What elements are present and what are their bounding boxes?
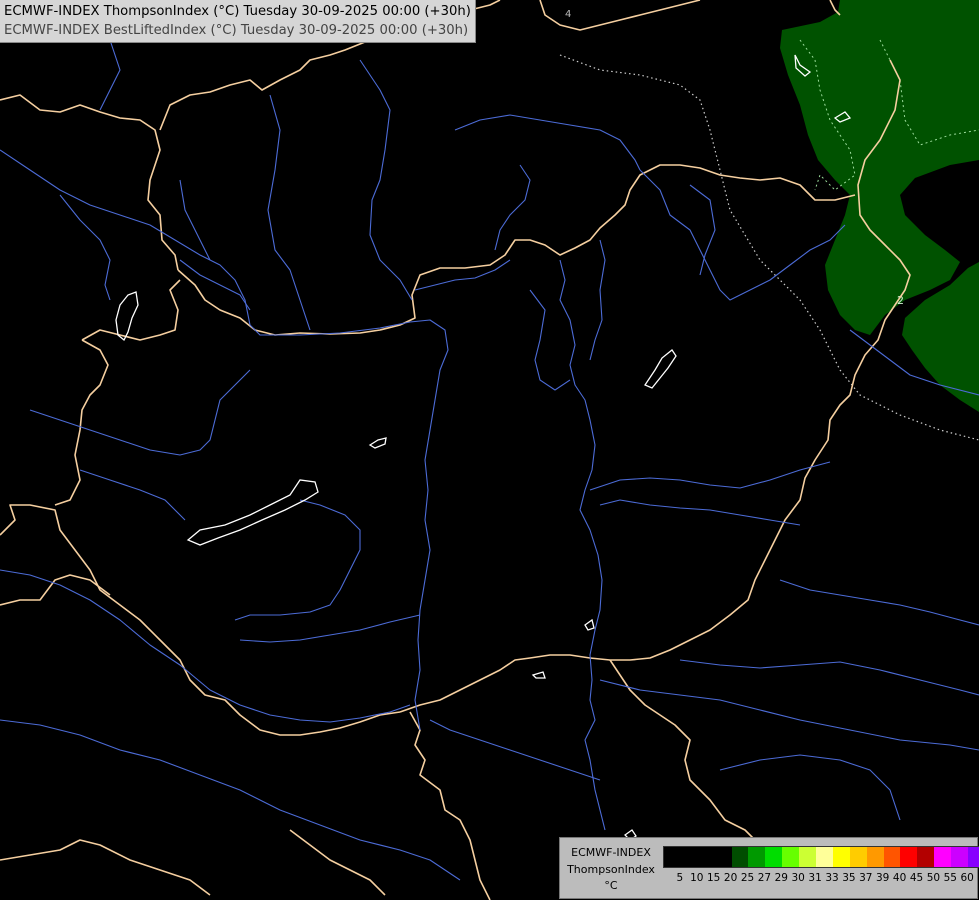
legend-tick-label: 50	[926, 872, 941, 884]
legend-tick-label: 40	[892, 872, 907, 884]
color-legend: ECMWF-INDEX ThompsonIndex °C 5 10 15 20 25 27…	[559, 837, 979, 899]
legend-swatch	[917, 847, 935, 867]
legend-swatch	[951, 847, 969, 867]
legend-unit: °C	[604, 879, 618, 892]
legend-tick-label: 29	[774, 872, 788, 884]
legend-tick-label: 37	[859, 872, 873, 884]
legend-swatch	[748, 847, 766, 867]
legend-swatch	[900, 847, 918, 867]
legend-tick-label: 55	[943, 872, 957, 884]
legend-model: ECMWF-INDEX	[571, 846, 651, 859]
legend-tick-label: 39	[876, 872, 890, 884]
legend-swatch	[782, 847, 800, 867]
legend-tick-label: 45	[909, 872, 924, 884]
map-title-box: ECMWF-INDEX ThompsonIndex (°C) Tuesday 3…	[0, 0, 476, 43]
map-title-primary: ECMWF-INDEX ThompsonIndex (°C) Tuesday 3…	[4, 4, 471, 19]
legend-tick-label: 60	[960, 872, 974, 884]
weather-map: 2 4	[0, 0, 979, 900]
legend-swatch	[832, 847, 850, 867]
legend-tick-label: 10	[690, 872, 704, 884]
legend-swatch	[849, 847, 867, 867]
legend-tick-label: 33	[825, 872, 839, 884]
legend-tick-label: 20	[723, 872, 738, 884]
legend-swatch	[816, 847, 833, 867]
legend-tick-label: 30	[791, 872, 805, 884]
legend-swatch	[799, 847, 817, 867]
legend-tick-label: 35	[842, 872, 856, 884]
legend-swatch	[731, 847, 749, 867]
legend-tick-labels: 5 10 15 20 25 27 29 30 31 33 35 37 39 40 45 50 55 60	[663, 872, 974, 886]
legend-swatch	[866, 847, 884, 867]
legend-tick-label: 27	[757, 872, 772, 884]
legend-swatch	[680, 847, 698, 867]
legend-tick-label: 5	[676, 872, 684, 884]
legend-swatch	[714, 847, 732, 867]
legend-swatch	[883, 847, 901, 867]
legend-swatch	[697, 847, 715, 867]
legend-swatch	[968, 847, 979, 867]
legend-tick-label: 25	[740, 872, 755, 884]
legend-color-scale	[663, 846, 979, 868]
legend-tick-label: 15	[707, 872, 721, 884]
top-contour-label: 4	[565, 9, 571, 20]
legend-variable: ThompsonIndex	[567, 863, 655, 876]
legend-tick-label: 31	[808, 872, 822, 884]
map-title-secondary: ECMWF-INDEX BestLiftedIndex (°C) Tuesday…	[4, 23, 469, 38]
legend-swatch	[765, 847, 783, 867]
legend-swatch	[664, 847, 681, 867]
legend-swatch	[934, 847, 952, 867]
